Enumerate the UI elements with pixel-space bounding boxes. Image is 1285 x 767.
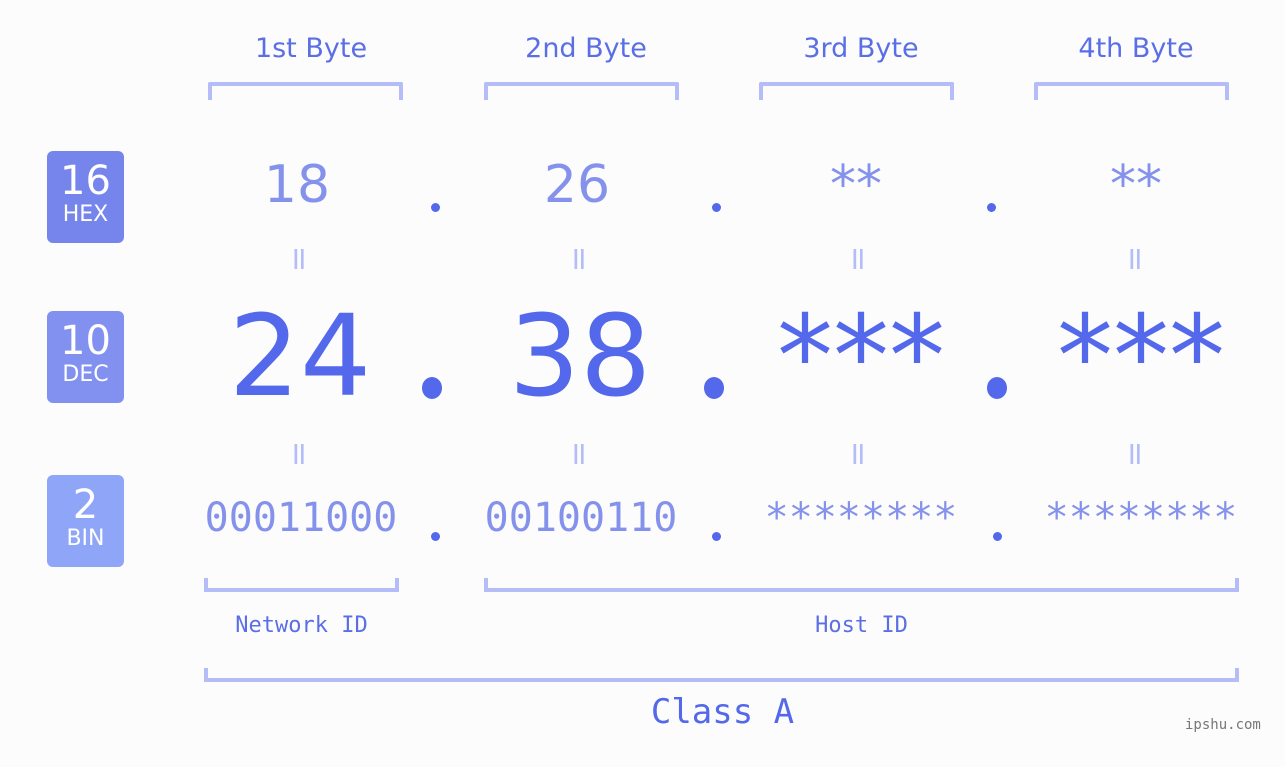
- equals-sign: =: [840, 245, 878, 273]
- hex-badge-text: HEX: [62, 202, 109, 227]
- equals-sign: =: [281, 245, 319, 273]
- bin-badge-text: BIN: [66, 526, 105, 551]
- host-id-label: Host ID: [815, 613, 908, 638]
- hex-dot-3: [987, 203, 996, 212]
- dec-dot-2: [704, 377, 724, 399]
- bin-badge: 2 BIN: [47, 475, 124, 567]
- hex-byte-2: 26: [543, 155, 611, 215]
- dec-dot-3: [987, 377, 1007, 399]
- hex-byte-3: **: [830, 155, 882, 215]
- byte-bracket-3: [759, 82, 954, 100]
- dec-badge-text: DEC: [62, 362, 109, 387]
- dec-dot-1: [422, 377, 442, 399]
- class-bracket: [204, 668, 1239, 682]
- equals-sign: =: [561, 440, 599, 468]
- watermark: ipshu.com: [1185, 717, 1261, 733]
- byte-label-1: 1st Byte: [254, 33, 368, 64]
- equals-sign: =: [1117, 245, 1155, 273]
- bin-byte-3: ********: [764, 495, 958, 541]
- byte-bracket-4: [1034, 82, 1229, 100]
- bin-byte-1: 00011000: [204, 495, 398, 541]
- network-id-bracket: [204, 578, 399, 592]
- hex-byte-4: **: [1110, 155, 1162, 215]
- dec-byte-3: ***: [777, 292, 945, 422]
- class-label: Class A: [650, 692, 795, 732]
- byte-label-4: 4th Byte: [1078, 33, 1194, 64]
- host-id-bracket: [484, 578, 1239, 592]
- network-id-label: Network ID: [235, 613, 368, 638]
- dec-badge: 10 DEC: [47, 311, 124, 403]
- equals-sign: =: [1117, 440, 1155, 468]
- dec-byte-2: 38: [508, 292, 652, 422]
- bin-byte-4: ********: [1044, 495, 1238, 541]
- hex-badge-num: 16: [60, 158, 111, 204]
- bin-dot-3: [993, 532, 1002, 541]
- bin-dot-2: [712, 532, 721, 541]
- bin-badge-num: 2: [72, 482, 99, 528]
- dec-badge-num: 10: [60, 318, 111, 364]
- hex-dot-1: [431, 203, 440, 212]
- byte-label-3: 3rd Byte: [803, 33, 919, 64]
- bin-byte-2: 00100110: [484, 495, 678, 541]
- equals-sign: =: [281, 440, 319, 468]
- byte-label-2: 2nd Byte: [525, 33, 647, 64]
- equals-sign: =: [840, 440, 878, 468]
- equals-sign: =: [561, 245, 599, 273]
- hex-byte-1: 18: [263, 155, 331, 215]
- hex-badge: 16 HEX: [47, 151, 124, 243]
- byte-bracket-1: [208, 82, 403, 100]
- dec-byte-4: ***: [1057, 292, 1225, 422]
- bin-dot-1: [431, 532, 440, 541]
- dec-byte-1: 24: [228, 292, 372, 422]
- byte-bracket-2: [484, 82, 679, 100]
- hex-dot-2: [712, 203, 721, 212]
